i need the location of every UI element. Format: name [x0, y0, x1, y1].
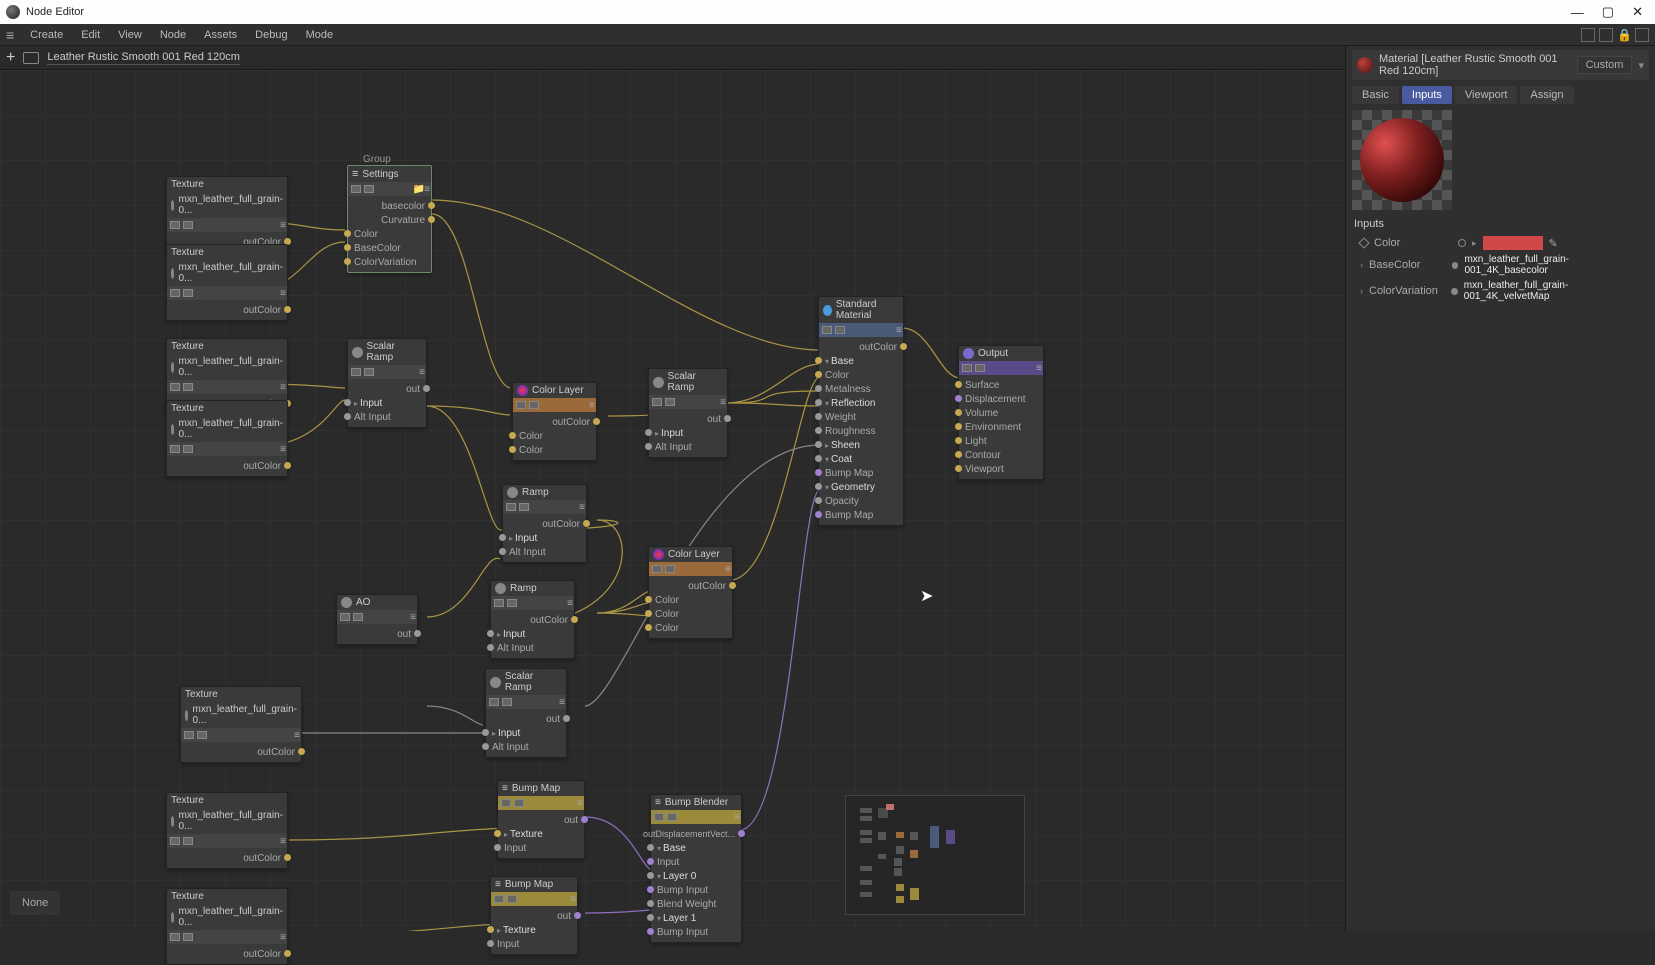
chevron-right-icon[interactable]: ›	[1360, 260, 1363, 270]
node-scalar-ramp-1[interactable]: Scalar Ramp ≡ out ▸Input Alt Input	[347, 338, 427, 428]
layout-icon-1[interactable]	[1581, 28, 1595, 42]
folder-icon[interactable]	[23, 52, 39, 64]
diamond-icon[interactable]	[1358, 237, 1369, 248]
node-bump-map-1[interactable]: ≡Bump Map ≡ out ▸Texture Input	[497, 780, 585, 859]
node-color-layer-1[interactable]: Color Layer ≡ outColor Color Color	[512, 382, 597, 461]
node-graph-canvas[interactable]: Group Texture mxn_leather_full_grain-0..…	[0, 70, 1345, 931]
sphere-icon	[352, 347, 363, 358]
chevron-down-icon[interactable]: ▾	[1638, 59, 1644, 72]
tab-assign[interactable]: Assign	[1520, 86, 1573, 104]
layout-icon-3[interactable]	[1635, 28, 1649, 42]
app-icon	[6, 5, 20, 19]
color-swatch[interactable]	[1483, 236, 1543, 250]
node-color-layer-2[interactable]: Color Layer ≡ outColor Color Color Color	[648, 546, 733, 639]
sphere-icon	[653, 377, 664, 388]
node-ramp-1[interactable]: Ramp ≡ outColor ▸Input Alt Input	[502, 484, 587, 563]
node-bump-map-2[interactable]: ≡Bump Map ≡ out ▸Texture Input	[490, 876, 578, 955]
sphere-icon	[171, 362, 174, 373]
node-scalar-ramp-3[interactable]: Scalar Ramp ≡ out ▸Input Alt Input	[485, 668, 567, 758]
linked-texture-colorvariation[interactable]: mxn_leather_full_grain-001_4K_velvetMap	[1464, 280, 1649, 302]
sphere-icon	[490, 677, 501, 688]
node-settings[interactable]: ≡Settings 📁 ≡ basecolor Curvature Color …	[347, 165, 432, 273]
material-header: Material [Leather Rustic Smooth 001 Red …	[1352, 50, 1649, 80]
maximize-button[interactable]: ▢	[1602, 4, 1614, 20]
node-texture-6[interactable]: Texture mxn_leather_full_grain-0... ≡ ou…	[166, 792, 288, 869]
tabs: Basic Inputs Viewport Assign	[1352, 86, 1649, 104]
material-name[interactable]: Material [Leather Rustic Smooth 001 Red …	[1379, 53, 1571, 77]
mouse-cursor: ➤	[920, 586, 933, 606]
menu-mode[interactable]: Mode	[298, 27, 342, 43]
menu-create[interactable]: Create	[22, 27, 71, 43]
window-title: Node Editor	[26, 6, 84, 18]
preset-dropdown[interactable]: Custom	[1577, 56, 1633, 74]
node-texture-2[interactable]: Texture mxn_leather_full_grain-0... ≡ ou…	[166, 244, 288, 321]
lock-icon[interactable]: 🔒	[1617, 28, 1631, 42]
node-texture-5[interactable]: Texture mxn_leather_full_grain-0... ≡ ou…	[180, 686, 302, 763]
sphere-icon	[171, 816, 174, 827]
properties-panel: Material [Leather Rustic Smooth 001 Red …	[1345, 46, 1655, 931]
material-icon	[823, 305, 832, 316]
section-inputs: Inputs	[1354, 218, 1649, 230]
node-texture-1[interactable]: Texture mxn_leather_full_grain-0... ≡ ou…	[166, 176, 288, 253]
linked-texture-basecolor[interactable]: mxn_leather_full_grain-001_4K_basecolor	[1464, 254, 1649, 276]
eyedropper-icon[interactable]: ✎	[1549, 237, 1558, 250]
tab-inputs[interactable]: Inputs	[1402, 86, 1452, 104]
sphere-icon	[171, 912, 174, 923]
circle-icon[interactable]	[1458, 239, 1466, 247]
menu-debug[interactable]: Debug	[247, 27, 295, 43]
menu-edit[interactable]: Edit	[73, 27, 108, 43]
minimize-button[interactable]: —	[1571, 5, 1584, 20]
status-bar: None	[10, 891, 60, 915]
input-row-basecolor: › BaseColor mxn_leather_full_grain-001_4…	[1352, 252, 1649, 278]
color-icon	[653, 549, 664, 560]
chevron-right-icon[interactable]: ›	[1360, 286, 1363, 296]
title-bar: Node Editor — ▢ ✕	[0, 0, 1655, 24]
material-swatch-icon	[1357, 57, 1373, 73]
minimap[interactable]	[845, 795, 1025, 915]
node-bump-blender[interactable]: ≡Bump Blender ≡ outDisplacementVect... ▾…	[650, 794, 742, 943]
close-button[interactable]: ✕	[1632, 4, 1643, 20]
material-path[interactable]: Leather Rustic Smooth 001 Red 120cm	[47, 51, 240, 65]
node-texture-4[interactable]: Texture mxn_leather_full_grain-0... ≡ ou…	[166, 400, 288, 477]
sphere-icon	[341, 597, 352, 608]
group-label: Group	[363, 154, 391, 165]
node-ramp-2[interactable]: Ramp ≡ outColor ▸Input Alt Input	[490, 580, 575, 659]
input-row-color: Color ▸ ✎	[1352, 234, 1649, 252]
sphere-icon	[507, 487, 518, 498]
node-scalar-ramp-2[interactable]: Scalar Ramp ≡ out ▸Input Alt Input	[648, 368, 728, 458]
sphere-icon	[171, 268, 174, 279]
menu-bar: ≡ Create Edit View Node Assets Debug Mod…	[0, 24, 1655, 46]
color-icon	[517, 385, 528, 396]
node-ao[interactable]: AO ≡ out	[336, 594, 418, 645]
link-port-icon[interactable]	[1452, 262, 1459, 269]
sphere-icon	[171, 200, 174, 211]
node-output[interactable]: Output ≡ Surface Displacement Volume Env…	[958, 345, 1044, 480]
chevron-right-icon[interactable]: ▸	[1472, 238, 1477, 249]
menu-view[interactable]: View	[110, 27, 150, 43]
tab-viewport[interactable]: Viewport	[1455, 86, 1518, 104]
layout-icon-2[interactable]	[1599, 28, 1613, 42]
material-preview[interactable]	[1352, 110, 1452, 210]
node-texture-7[interactable]: Texture mxn_leather_full_grain-0... ≡ ou…	[166, 888, 288, 965]
sphere-icon	[171, 424, 174, 435]
menu-assets[interactable]: Assets	[196, 27, 245, 43]
tab-basic[interactable]: Basic	[1352, 86, 1399, 104]
preview-sphere	[1360, 118, 1444, 202]
node-standard-material[interactable]: Standard Material ≡ outColor ▾Base Color…	[818, 296, 904, 526]
hamburger-icon[interactable]: ≡	[6, 27, 14, 43]
output-icon	[963, 348, 974, 359]
menu-node[interactable]: Node	[152, 27, 194, 43]
link-port-icon[interactable]	[1451, 288, 1458, 295]
input-row-colorvariation: › ColorVariation mxn_leather_full_grain-…	[1352, 278, 1649, 304]
sphere-icon	[185, 710, 188, 721]
sphere-icon	[495, 583, 506, 594]
layout-toggles: 🔒	[1581, 28, 1649, 42]
add-button[interactable]: +	[6, 49, 15, 67]
